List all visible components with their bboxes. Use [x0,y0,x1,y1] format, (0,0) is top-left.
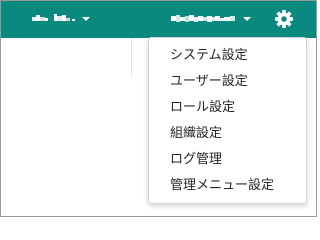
menu-item-user-settings[interactable]: ユーザー設定 [149,69,306,95]
obscured-user-name [171,10,237,29]
menu-item-log-management[interactable]: ログ管理 [149,147,306,173]
obscured-menu-label [32,10,76,29]
app-window: システム設定 ユーザー設定 ロール設定 組織設定 ログ管理 管理メニュー設定 [0,0,317,217]
menu-item-system-settings[interactable]: システム設定 [149,43,306,69]
top-navigation-bar [1,1,316,38]
menu-item-organization-settings[interactable]: 組織設定 [149,121,306,147]
chevron-down-icon [82,17,90,21]
menu-item-role-settings[interactable]: ロール設定 [149,95,306,121]
gear-icon[interactable] [274,9,294,29]
chevron-down-icon [243,17,251,21]
nav-menu-obscured[interactable] [32,10,90,28]
user-menu-obscured[interactable] [171,10,251,28]
settings-dropdown-menu: システム設定 ユーザー設定 ロール設定 組織設定 ログ管理 管理メニュー設定 [148,37,307,204]
column-divider [131,38,132,78]
menu-item-admin-menu-settings[interactable]: 管理メニュー設定 [149,173,306,199]
